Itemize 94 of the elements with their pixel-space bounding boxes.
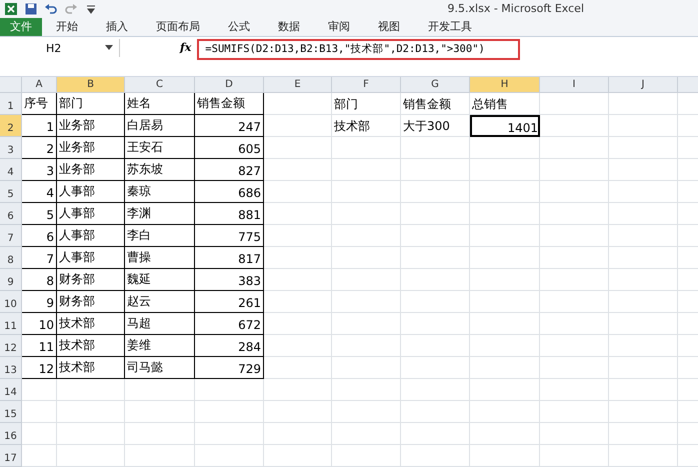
excel-logo-icon[interactable] [4,2,18,16]
table-cell[interactable]: 817 [195,247,264,269]
table-cell[interactable]: 12 [22,357,57,379]
table-cell[interactable]: 赵云 [125,291,195,313]
table-cell[interactable]: 383 [195,269,264,291]
dropdown-icon[interactable] [105,45,113,52]
table-cell[interactable]: 序号 [22,93,57,115]
table-cell[interactable]: 881 [195,203,264,225]
column-header[interactable]: B [57,77,125,92]
table-cell[interactable]: 247 [195,115,264,137]
row-header[interactable]: 13 [0,357,22,379]
table-cell[interactable]: 苏东坡 [125,159,195,181]
table-cell[interactable]: 2 [22,137,57,159]
table-cell[interactable]: 部门 [57,93,125,115]
row-header[interactable]: 17 [0,445,22,467]
table-cell[interactable]: 曹操 [125,247,195,269]
insert-function-button[interactable]: fx [180,41,192,54]
table-cell[interactable]: 827 [195,159,264,181]
row-header[interactable]: 16 [0,423,22,445]
ribbon-tab[interactable]: 数据 [264,18,314,36]
name-box[interactable]: H2 [0,39,120,58]
table-cell[interactable]: 775 [195,225,264,247]
table-cell[interactable]: 白居易 [125,115,195,137]
table-cell[interactable]: 业务部 [57,159,125,181]
table-cell[interactable]: 财务部 [57,269,125,291]
window-title: 9.5.xlsx - Microsoft Excel [448,2,584,16]
table-cell[interactable]: 11 [22,335,57,357]
ribbon-tab[interactable]: 审阅 [314,18,364,36]
table-cell[interactable]: 总销售 [470,93,540,115]
save-icon[interactable] [24,2,38,16]
ribbon-tab[interactable]: 开发工具 [414,18,486,36]
table-cell[interactable]: 672 [195,313,264,335]
row-header[interactable]: 9 [0,269,22,291]
table-cell[interactable]: 6 [22,225,57,247]
table-cell[interactable]: 马超 [125,313,195,335]
table-cell[interactable]: 王安石 [125,137,195,159]
table-cell[interactable]: 部门 [332,93,401,115]
table-cell[interactable]: 姓名 [125,93,195,115]
row-header[interactable]: 8 [0,247,22,269]
table-cell[interactable]: 人事部 [57,247,125,269]
row-header[interactable]: 4 [0,159,22,181]
table-cell[interactable]: 秦琼 [125,181,195,203]
table-cell[interactable]: 1 [22,115,57,137]
table-cell[interactable]: 人事部 [57,181,125,203]
row-header[interactable]: 2 [0,115,22,137]
column-header[interactable]: H [470,77,540,92]
table-cell[interactable]: 大于300 [401,115,470,137]
table-cell[interactable]: 605 [195,137,264,159]
active-cell[interactable]: 1401 [470,115,540,137]
row-header[interactable]: 3 [0,137,22,159]
table-cell[interactable]: 技术部 [57,313,125,335]
table-cell[interactable]: 销售金额 [401,93,470,115]
row-header[interactable]: 15 [0,401,22,423]
table-cell[interactable]: 技术部 [57,357,125,379]
row-header[interactable]: 14 [0,379,22,401]
table-cell[interactable]: 8 [22,269,57,291]
table-cell[interactable]: 284 [195,335,264,357]
table-cell[interactable]: 技术部 [332,115,401,137]
row-header[interactable]: 11 [0,313,22,335]
table-cell[interactable]: 李白 [125,225,195,247]
table-cell[interactable]: 10 [22,313,57,335]
table-cell[interactable]: 财务部 [57,291,125,313]
table-cell[interactable]: 729 [195,357,264,379]
table-cell[interactable]: 李渊 [125,203,195,225]
table-cell[interactable]: 业务部 [57,115,125,137]
table-cell[interactable]: 业务部 [57,137,125,159]
table-cell[interactable]: 3 [22,159,57,181]
file-menu-button[interactable]: 文件 [0,18,42,36]
undo-icon[interactable] [44,2,58,16]
row-header[interactable]: 10 [0,291,22,313]
table-cell[interactable]: 4 [22,181,57,203]
ribbon-tab[interactable]: 视图 [364,18,414,36]
table-cell[interactable]: 销售金额 [195,93,264,115]
row-header[interactable]: 1 [0,93,22,115]
table-cell[interactable]: 姜维 [125,335,195,357]
ribbon-tab[interactable]: 插入 [92,18,142,36]
table-cell[interactable]: 魏延 [125,269,195,291]
row-header[interactable]: 12 [0,335,22,357]
table-cell[interactable]: 261 [195,291,264,313]
ribbon-tab[interactable]: 开始 [42,18,92,36]
table-cell[interactable]: 技术部 [57,335,125,357]
ribbon-tab[interactable]: 页面布局 [142,18,214,36]
row-header[interactable]: 7 [0,225,22,247]
table-cell[interactable]: 7 [22,247,57,269]
table-cell[interactable]: 司马懿 [125,357,195,379]
ribbon-tab[interactable]: 公式 [214,18,264,36]
formula-field[interactable]: =SUMIFS(D2:D13,B2:B13,"技术部",D2:D13,">300") [197,39,520,60]
table-cell[interactable]: 686 [195,181,264,203]
table-cell[interactable]: 9 [22,291,57,313]
table-cell[interactable]: 人事部 [57,225,125,247]
table-cell[interactable]: 5 [22,203,57,225]
row-header[interactable]: 5 [0,181,22,203]
row-header[interactable]: 6 [0,203,22,225]
table-cell[interactable]: 人事部 [57,203,125,225]
